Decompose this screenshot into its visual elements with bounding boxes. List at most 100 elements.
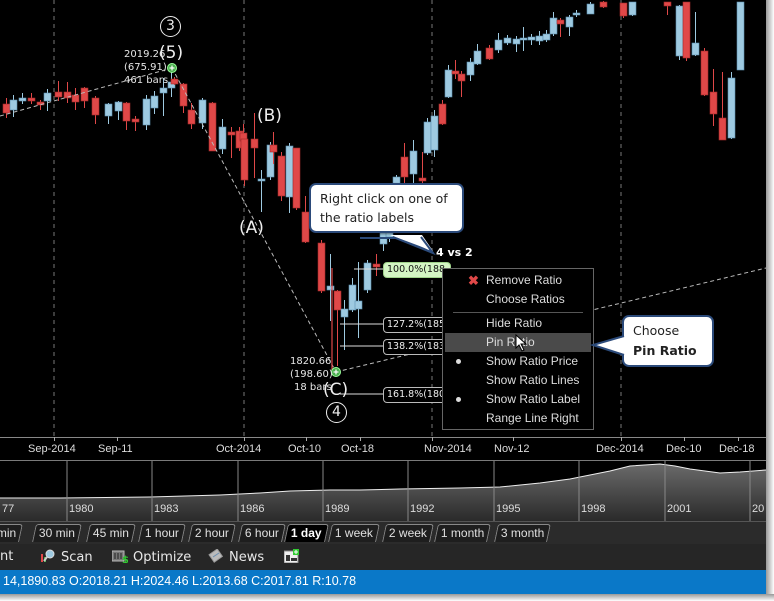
tab-1-month[interactable]: 1 month xyxy=(434,524,492,542)
candle-up xyxy=(430,110,439,157)
date-axis-label: Dec-10 xyxy=(666,443,702,455)
candle-up xyxy=(257,170,266,212)
ratio-label-161[interactable]: 161.8%(180 xyxy=(383,387,451,403)
candle-down xyxy=(709,69,718,126)
overview-year-label: 1983 xyxy=(154,503,179,515)
candle-up xyxy=(519,27,528,51)
candle-body xyxy=(170,78,179,85)
menu-item-choose-ratios[interactable]: Choose Ratios xyxy=(443,290,593,309)
optimize-button[interactable]: $ Optimize xyxy=(111,549,191,566)
overview-year-label: 20 xyxy=(752,503,765,515)
menu-item-remove-ratio[interactable]: ✖ Remove Ratio xyxy=(443,271,593,290)
candle-up xyxy=(466,58,475,81)
tab-2-week[interactable]: 2 week xyxy=(382,524,434,542)
overview-year-label: 77 xyxy=(2,503,15,515)
wave-label-4: 4 xyxy=(326,402,347,423)
ratio-label-138[interactable]: 138.2%(183 xyxy=(383,339,451,355)
tab-1-week[interactable]: 1 week xyxy=(328,524,380,542)
tab-label: 30 min xyxy=(38,526,75,540)
tab-label: 1 day xyxy=(290,526,322,540)
checked-dot-icon xyxy=(456,397,461,402)
candle-body xyxy=(218,126,227,150)
menu-item-hide-ratio[interactable]: Hide Ratio xyxy=(443,314,593,333)
menu-item-range-line-right[interactable]: Range Line Right xyxy=(443,409,593,428)
tab-45-min[interactable]: 45 min xyxy=(86,524,136,542)
tab-3-month[interactable]: 3 month xyxy=(494,524,552,542)
menu-item-label: Show Ratio Price xyxy=(486,354,579,368)
candle-down xyxy=(187,103,196,129)
candle-up xyxy=(512,36,521,52)
date-axis-label: Oct-2014 xyxy=(216,443,262,455)
tab-1-hour[interactable]: 1 hour xyxy=(138,524,186,542)
add-layout-icon xyxy=(283,549,300,564)
candle-body xyxy=(438,103,447,125)
toolbar-item-partial[interactable]: nt xyxy=(0,549,13,565)
candle-up xyxy=(494,33,503,53)
date-axis-tick xyxy=(117,437,118,441)
candle-down xyxy=(599,1,608,8)
bottom-toolbar: nt Scan $ Optimize News xyxy=(0,544,766,570)
candle-up xyxy=(503,35,512,45)
candle-body xyxy=(494,39,503,51)
candle-body xyxy=(122,102,131,122)
candle-body xyxy=(619,2,628,17)
date-axis-tick xyxy=(684,437,685,441)
candle-body xyxy=(250,138,259,149)
candle-up xyxy=(565,15,574,36)
add-layout-button[interactable] xyxy=(283,549,305,566)
candle-down xyxy=(718,72,727,141)
candle-body xyxy=(114,101,123,112)
menu-item-show-ratio-lines[interactable]: Show Ratio Lines xyxy=(443,371,593,390)
candle-body xyxy=(572,12,581,16)
toolbar-item-label: News xyxy=(229,550,265,565)
tab-6-hour[interactable]: 6 hour xyxy=(238,524,286,542)
date-axis-tick xyxy=(432,437,433,441)
tab-min[interactable]: min xyxy=(0,524,24,542)
candle-body xyxy=(473,50,482,65)
callout-pin-ratio-text: Pin Ratio xyxy=(633,343,697,358)
menu-item-show-ratio-price[interactable]: Show Ratio Price xyxy=(443,352,593,371)
date-axis-label: Sep-2014 xyxy=(28,443,76,455)
candle-body xyxy=(142,98,151,126)
overview-year-label: 1998 xyxy=(581,503,606,515)
callout-pin-pointer xyxy=(590,335,625,356)
candle-body xyxy=(159,87,168,94)
ratio-label-100[interactable]: 100.0%(188 xyxy=(383,262,451,278)
tab-label: 2 week xyxy=(388,526,427,540)
scan-icon xyxy=(40,549,56,563)
wave-label-a: (A) xyxy=(239,218,264,238)
svg-text:$: $ xyxy=(122,555,128,563)
callout-choose-text: Choose xyxy=(633,323,680,338)
candle-down xyxy=(292,147,301,210)
candle-body xyxy=(27,97,36,102)
date-axis-tick xyxy=(360,437,361,441)
tab-30-min[interactable]: 30 min xyxy=(32,524,82,542)
candle-body xyxy=(363,262,372,291)
candle-down xyxy=(54,81,63,101)
scan-button[interactable]: Scan xyxy=(40,549,93,566)
menu-item-label: Range Line Right xyxy=(486,411,579,425)
history-overview[interactable]: 77 1980 1983 1986 1989 1992 1995 1998 2001 20 xyxy=(0,461,766,521)
tab-2-hour[interactable]: 2 hour xyxy=(188,524,236,542)
news-button[interactable]: News xyxy=(208,548,265,566)
menu-item-pin-ratio[interactable]: Pin Ratio xyxy=(445,333,591,352)
candle-body xyxy=(727,77,736,139)
candle-down xyxy=(485,45,494,60)
candle-body xyxy=(240,138,249,181)
candle-down xyxy=(27,93,36,104)
candle-up xyxy=(736,1,745,71)
candle-down xyxy=(556,18,565,37)
candle-up xyxy=(727,72,736,139)
chart-window: 3 (5) 2019.26 (675.91) 461 bars (B) (A) … xyxy=(0,0,766,594)
ratio-label-127[interactable]: 127.2%(185 xyxy=(383,317,451,333)
menu-separator xyxy=(453,312,583,313)
date-axis[interactable]: Sep-2014 Sep-11 Oct-2014 Oct-10 Oct-18 Nov-20… xyxy=(0,437,766,462)
ratio-context-menu: ✖ Remove Ratio Choose Ratios Hide Ratio … xyxy=(442,268,594,430)
candle-down xyxy=(2,98,11,118)
tab-1-day[interactable]: 1 day xyxy=(284,524,329,542)
menu-item-show-ratio-label[interactable]: Show Ratio Label xyxy=(443,390,593,409)
candle-down xyxy=(240,135,249,186)
date-axis-tick xyxy=(244,437,245,441)
candle-body xyxy=(691,42,700,56)
candle-body xyxy=(2,103,11,114)
